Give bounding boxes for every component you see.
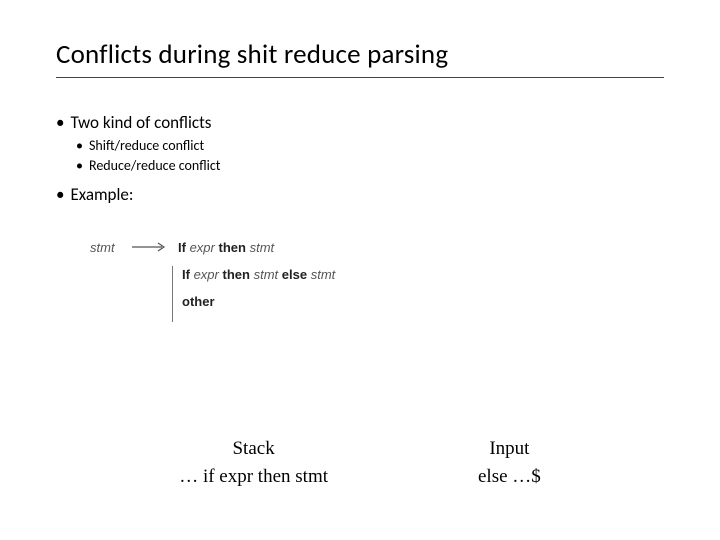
bullet-list: • Two kind of conflicts • Shift/reduce con… — [56, 112, 664, 206]
grammar-nonterminal: expr — [194, 267, 219, 282]
bullet-dot-icon: • — [56, 184, 64, 205]
grammar-alt-bar-icon — [172, 266, 173, 322]
bullet-level1: • Two kind of conflicts — [56, 112, 664, 133]
input-column: Input else …$ — [478, 438, 541, 488]
grammar-rhs: If expr then stmt — [174, 240, 274, 255]
bullet-text: Example: — [70, 184, 133, 205]
bullet-level1: • Example: — [56, 184, 664, 205]
grammar-nonterminal: expr — [190, 240, 215, 255]
grammar-keyword: other — [182, 294, 215, 309]
stack-column: Stack … if expr then stmt — [179, 438, 328, 488]
arrow-icon — [132, 242, 174, 252]
bullet-text: Two kind of conflicts — [70, 112, 211, 133]
bullet-text: Reduce/reduce conflict — [89, 157, 220, 174]
grammar-alternative: If expr then stmt else stmt — [182, 267, 664, 282]
grammar-lhs: stmt — [90, 240, 132, 255]
example-table: Stack … if expr then stmt Input else …$ — [0, 438, 720, 488]
bullet-text: Shift/reduce conflict — [89, 137, 204, 154]
input-header: Input — [478, 438, 541, 460]
bullet-dot-icon: • — [56, 112, 64, 133]
grammar-nonterminal: stmt — [254, 267, 279, 282]
grammar-keyword: else — [282, 267, 307, 282]
stack-value: … if expr then stmt — [179, 466, 328, 488]
stack-header: Stack — [179, 438, 328, 460]
slide: Conflicts during shit reduce parsing • Tw… — [0, 0, 720, 309]
bullet-level2: • Shift/reduce conflict — [76, 137, 664, 155]
grammar-alternative: other — [182, 294, 664, 309]
bullet-level2: • Reduce/reduce conflict — [76, 157, 664, 175]
grammar-keyword: If — [182, 267, 190, 282]
grammar-keyword: then — [223, 267, 250, 282]
grammar-block: stmt If expr then stmt If expr then stmt… — [90, 240, 664, 309]
bullet-dot-icon: • — [76, 137, 83, 155]
grammar-nonterminal: stmt — [311, 267, 336, 282]
bullet-dot-icon: • — [76, 157, 83, 175]
grammar-keyword: then — [219, 240, 246, 255]
grammar-keyword: If — [178, 240, 186, 255]
grammar-nonterminal: stmt — [250, 240, 275, 255]
grammar-production: stmt If expr then stmt — [90, 240, 664, 255]
slide-title: Conflicts during shit reduce parsing — [56, 38, 664, 78]
input-value: else …$ — [478, 466, 541, 488]
